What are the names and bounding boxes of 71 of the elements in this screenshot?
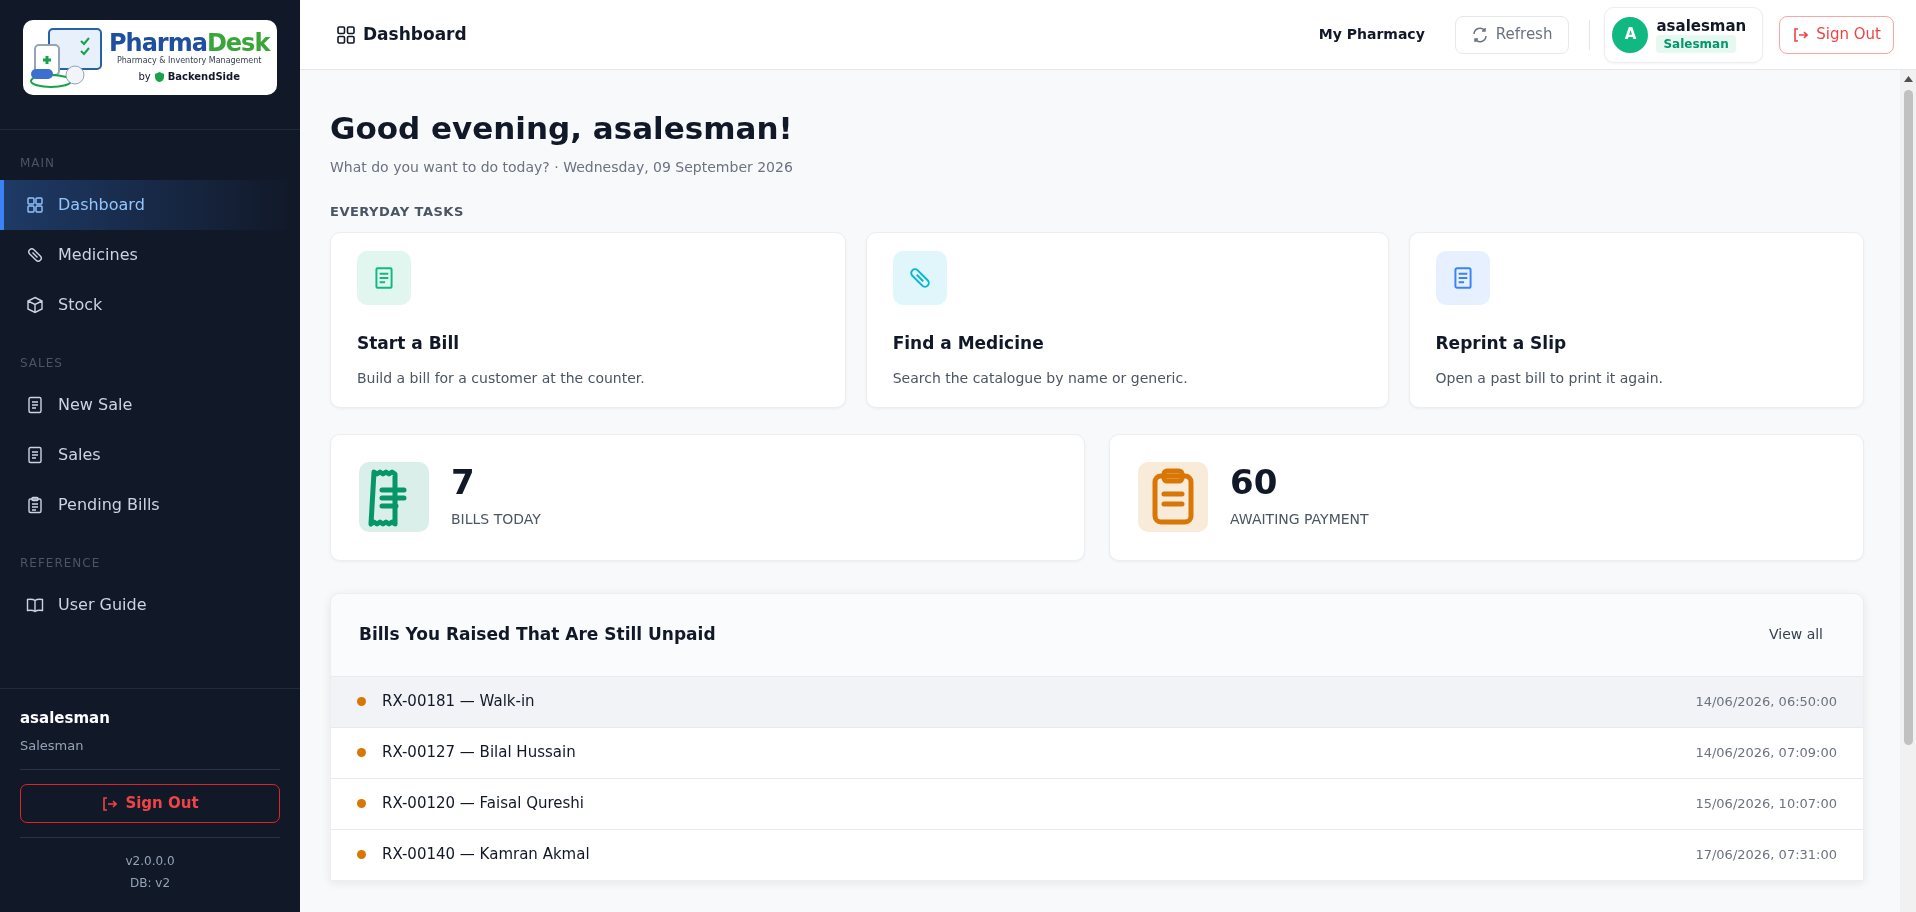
logo-title: PharmaDesk [109, 31, 270, 55]
user-chip[interactable]: A asalesman Salesman [1604, 6, 1764, 63]
sidebar-item[interactable]: Pending Bills [0, 480, 300, 530]
logo-by-text: by [138, 70, 151, 84]
sign-out-icon [1792, 26, 1809, 43]
bill-label: RX-00127 — Bilal Hussain [382, 742, 576, 764]
task-title: Find a Medicine [892, 331, 1045, 355]
bill-label: RX-00181 — Walk-in [382, 691, 535, 713]
scrollbar-thumb[interactable] [1903, 90, 1913, 745]
scroll-up-icon[interactable] [1903, 76, 1913, 82]
user-role: Salesman [20, 736, 85, 755]
sign-out-button[interactable]: Sign Out [20, 784, 280, 823]
bill-label: RX-00140 — Kamran Akmal [382, 844, 590, 866]
version-text: v2.0.0.0 [124, 853, 176, 870]
bill-row[interactable]: RX-00127 — Bilal Hussain 14/06/2026, 07:09:00 [331, 726, 1863, 778]
task-title: Reprint a Slip [1435, 331, 1568, 355]
refresh-button[interactable]: Refresh [1454, 15, 1570, 54]
bill-label: RX-00120 — Faisal Qureshi [382, 793, 585, 815]
document-icon [26, 446, 44, 464]
refresh-icon [1471, 26, 1488, 43]
task-title: Start a Bill [357, 331, 461, 355]
user-name: asalesman [20, 708, 111, 729]
bill-row[interactable]: RX-00140 — Kamran Akmal 17/06/2026, 07:31:00 [331, 828, 1863, 880]
scrollbar[interactable] [1900, 70, 1916, 912]
bill-time: 15/06/2026, 10:07:00 [1695, 794, 1837, 813]
stat-value: 7 [451, 464, 476, 499]
task-description: Search the catalogue by name or generic. [892, 369, 1189, 389]
clipboard-icon [26, 496, 44, 514]
pharmacy-name: My Pharmacy [1318, 25, 1425, 44]
stat-value: 60 [1230, 464, 1279, 499]
logo-subtitle: Pharmacy & Inventory Management [116, 55, 262, 67]
sign-out-button[interactable]: Sign Out [1779, 15, 1894, 54]
grid-icon [26, 196, 44, 214]
sign-out-icon [101, 795, 118, 812]
bill-row[interactable]: RX-00120 — Faisal Qureshi 15/06/2026, 10:07:00 [331, 777, 1863, 829]
shield-icon [154, 71, 164, 82]
pill-icon [26, 246, 44, 264]
task-card[interactable]: Find a Medicine Search the catalogue by name or generic. [865, 231, 1389, 408]
sidebar-item[interactable]: User Guide [0, 580, 300, 630]
bill-time: 17/06/2026, 07:31:00 [1695, 845, 1837, 864]
greeting-heading: Good evening, asalesman! [330, 110, 794, 148]
bill-row[interactable]: RX-00181 — Walk-in 14/06/2026, 06:50:00 [331, 675, 1863, 727]
view-all-link[interactable]: View all [1768, 624, 1823, 646]
panel-title: Bills You Raised That Are Still Unpaid [359, 622, 716, 646]
user-avatar: A [1612, 16, 1649, 53]
greeting-subtitle: What do you want to do today? · Wednesday, 09 September 2026 [330, 158, 794, 178]
user-name: asalesman [1656, 16, 1747, 35]
task-card[interactable]: Reprint a Slip Open a past bill to print it again. [1408, 231, 1864, 408]
sidebar-section-label: REFERENCE [19, 555, 102, 572]
page-title: Dashboard [363, 22, 467, 46]
sidebar-section-label: MAIN [19, 155, 57, 172]
sidebar-item[interactable]: New Sale [0, 380, 300, 430]
bill-time: 14/06/2026, 07:09:00 [1695, 743, 1837, 762]
cube-icon [26, 296, 44, 314]
sidebar-item[interactable]: Sales [0, 430, 300, 480]
bill-time: 14/06/2026, 06:50:00 [1695, 692, 1837, 711]
book-icon [26, 596, 44, 614]
database-version-text: DB: v2 [128, 875, 172, 892]
task-card[interactable]: Start a Bill Build a bill for a customer at the counter. [330, 231, 846, 408]
sidebar-item[interactable]: Medicines [0, 230, 300, 280]
document-icon [26, 396, 44, 414]
task-description: Build a bill for a customer at the counter. [357, 369, 646, 389]
logo-company: BackendSide [167, 70, 240, 84]
sidebar-item[interactable]: Stock [0, 280, 300, 330]
task-description: Open a past bill to print it again. [1435, 369, 1665, 389]
sidebar-section-label: SALES [19, 355, 64, 372]
section-heading: EVERYDAY TASKS [330, 203, 465, 222]
stat-label: BILLS TODAY [451, 509, 541, 529]
stat-label: AWAITING PAYMENT [1230, 509, 1369, 529]
role-badge: Salesman [1656, 34, 1736, 53]
grid-icon [337, 25, 355, 44]
